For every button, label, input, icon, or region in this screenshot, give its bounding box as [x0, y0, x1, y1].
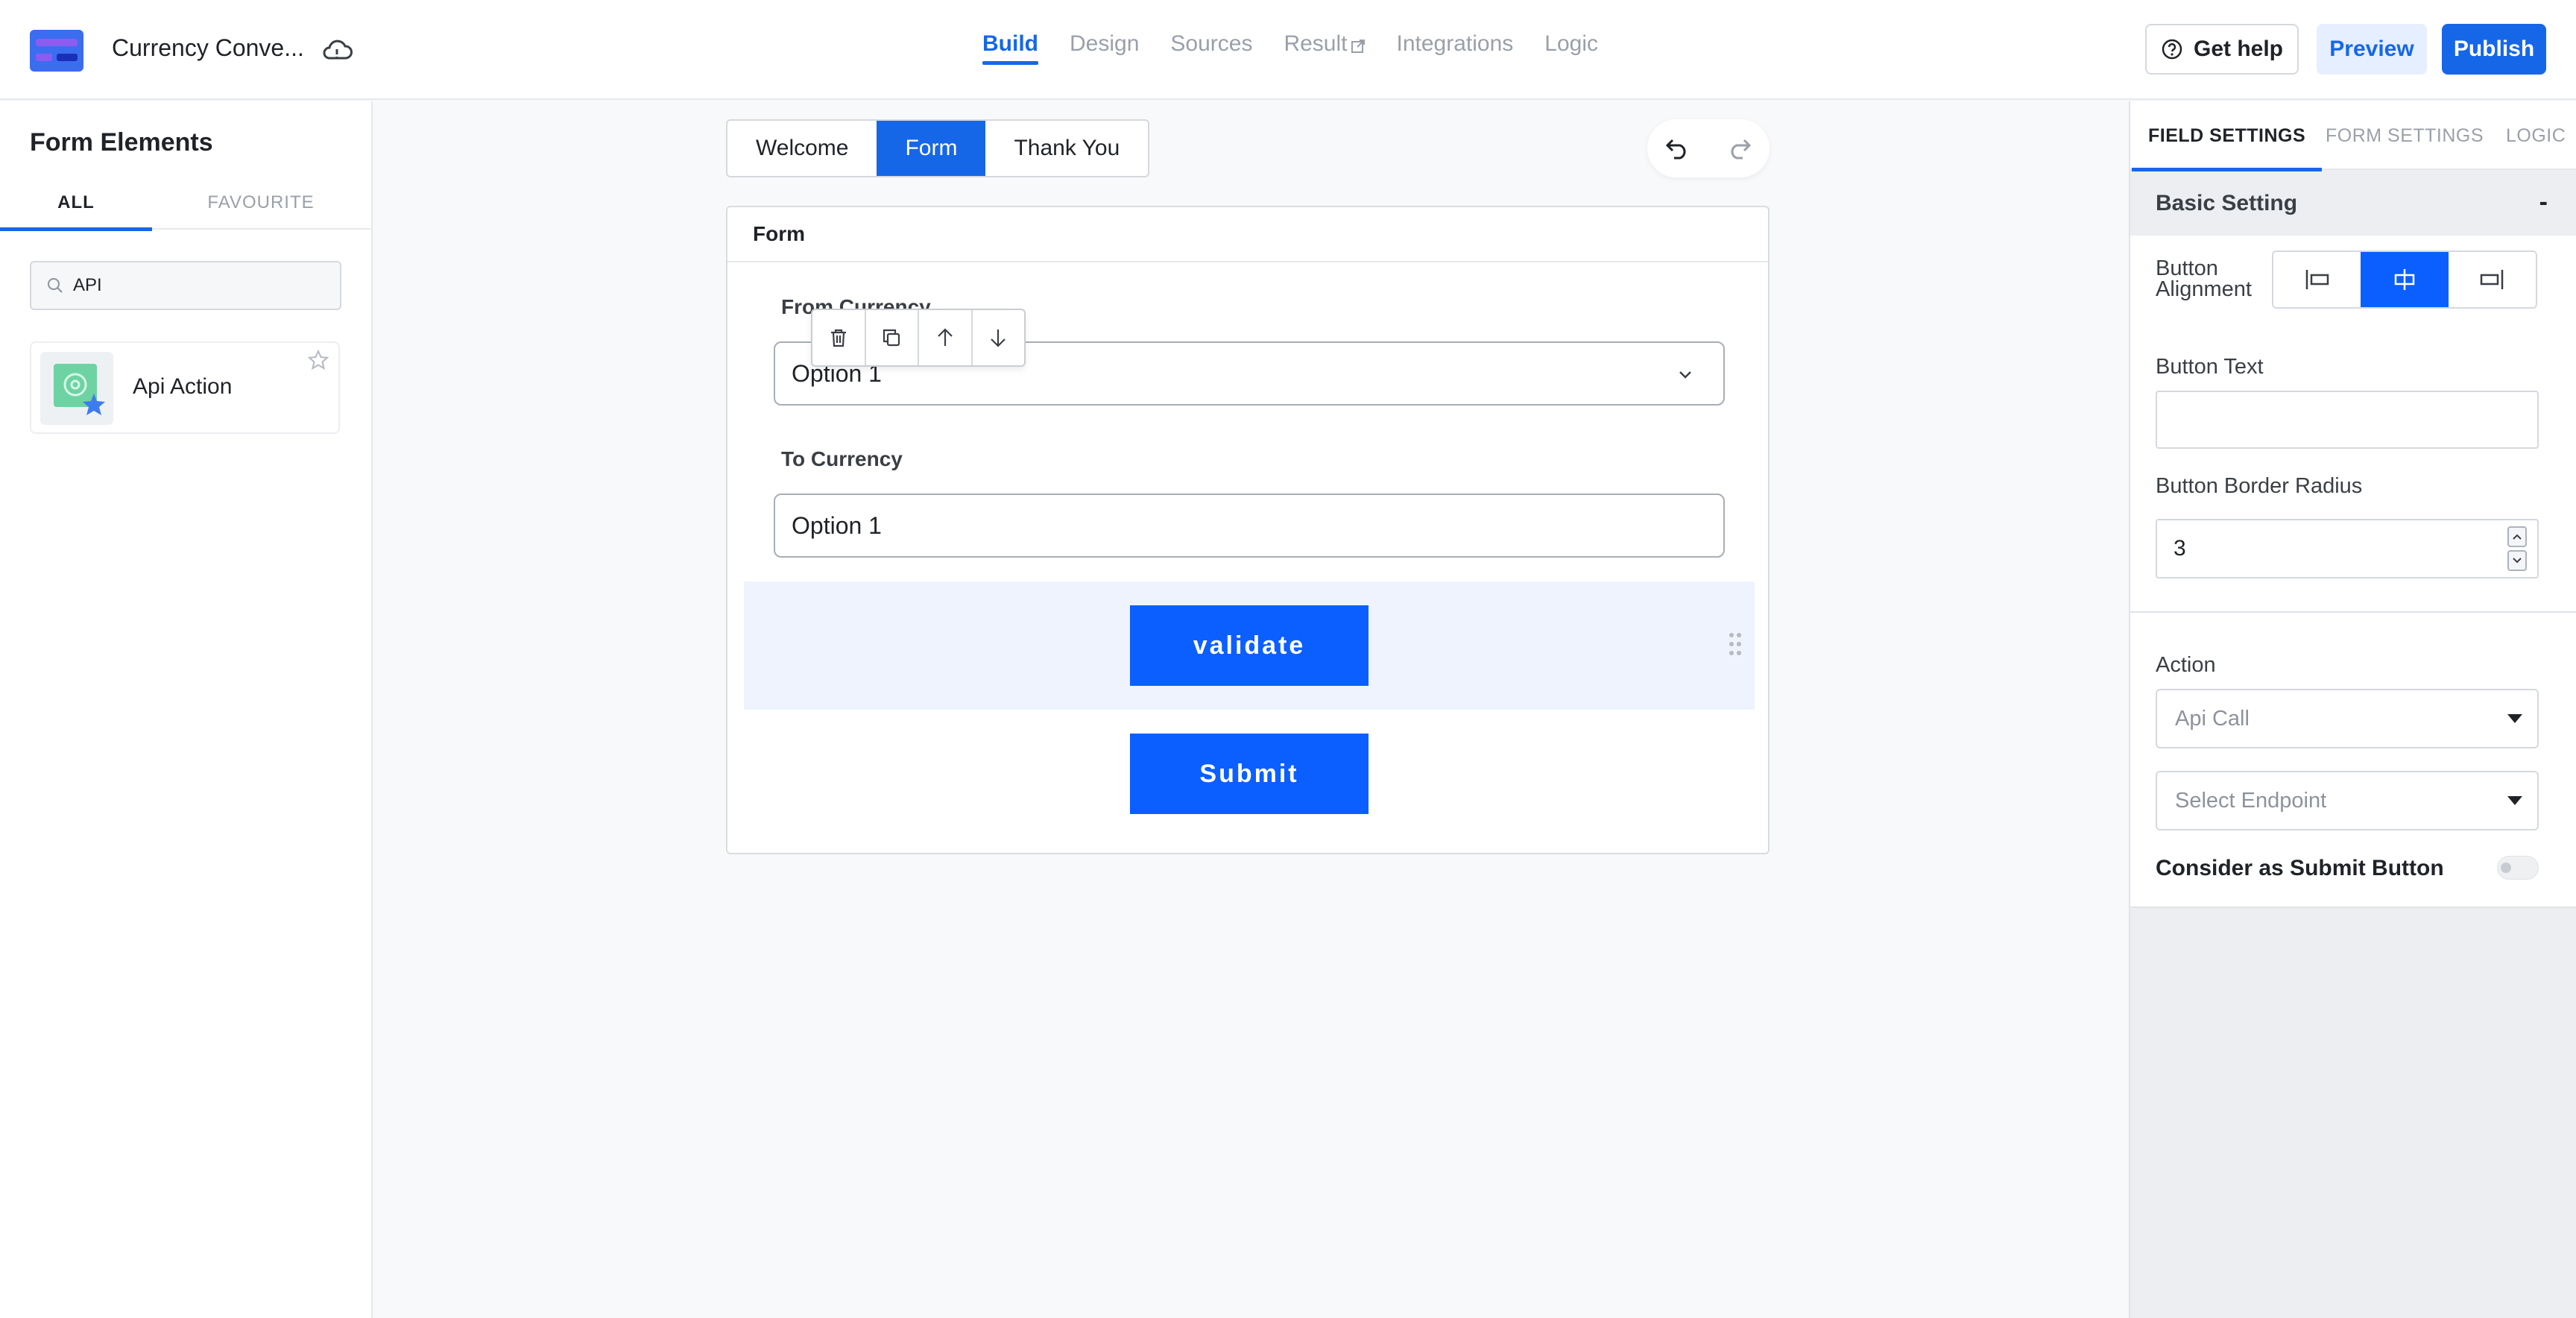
- tab-form[interactable]: Form: [877, 121, 986, 176]
- to-currency-select[interactable]: Option 1: [774, 494, 1725, 558]
- submit-button[interactable]: Submit: [1130, 734, 1368, 814]
- align-right-icon: [2481, 270, 2504, 289]
- cloud-save-icon[interactable]: [321, 36, 353, 66]
- endpoint-select[interactable]: Select Endpoint: [2156, 771, 2539, 830]
- top-bar: Currency Conve... Build Design Sources R…: [0, 0, 2576, 100]
- duplicate-field-button[interactable]: [866, 310, 919, 365]
- number-spinner: [2507, 526, 2527, 571]
- action-label: Action: [2156, 653, 2216, 677]
- button-text-input[interactable]: [2156, 391, 2539, 449]
- publish-button[interactable]: Publish: [2442, 24, 2546, 75]
- search-input[interactable]: [73, 275, 326, 296]
- tab-logic[interactable]: LOGIC: [2506, 101, 2566, 170]
- main-nav: Build Design Sources Result Integrations…: [982, 0, 1598, 100]
- button-text-label: Button Text: [2156, 355, 2264, 379]
- caret-down-icon: [2507, 796, 2522, 805]
- align-center-icon: [2394, 269, 2415, 290]
- search-icon: [48, 278, 63, 293]
- tab-favourite[interactable]: FAVOURITE: [185, 176, 337, 230]
- form-card-title: Form: [727, 207, 1768, 262]
- button-alignment-label: Button Alignment: [2156, 256, 2252, 301]
- panel-title: Form Elements: [30, 128, 213, 157]
- validate-button[interactable]: validate: [1130, 605, 1368, 686]
- element-label: Api Action: [133, 374, 233, 399]
- delete-field-button[interactable]: [812, 310, 866, 365]
- border-radius-value: 3: [2174, 536, 2186, 561]
- move-down-button[interactable]: [973, 310, 1025, 365]
- nav-design[interactable]: Design: [1070, 0, 1139, 100]
- arrow-down-icon: [991, 330, 1006, 347]
- nav-logic[interactable]: Logic: [1544, 0, 1598, 100]
- to-currency-value: Option 1: [792, 511, 882, 539]
- help-circle-icon: [2162, 39, 2182, 60]
- form-canvas: Form From Currency Option 1 To Currency …: [726, 206, 1770, 854]
- undo-icon[interactable]: [1665, 137, 1690, 160]
- border-radius-input[interactable]: 3: [2156, 519, 2539, 578]
- nav-integrations[interactable]: Integrations: [1397, 0, 1514, 100]
- section-divider: [2130, 611, 2576, 613]
- settings-panel: FIELD SETTINGS FORM SETTINGS LOGIC Basic…: [2129, 101, 2576, 1318]
- to-currency-label: To Currency: [781, 447, 903, 470]
- copy-icon: [883, 329, 900, 347]
- move-up-button[interactable]: [919, 310, 973, 365]
- favourite-star-icon[interactable]: [307, 349, 329, 371]
- external-link-icon: [1351, 40, 1365, 53]
- align-left-icon: [2305, 270, 2329, 289]
- settings-tabs: FIELD SETTINGS FORM SETTINGS LOGIC: [2130, 101, 2576, 171]
- endpoint-placeholder: Select Endpoint: [2175, 788, 2327, 813]
- field-toolbar: [811, 309, 1026, 367]
- trash-icon: [830, 329, 846, 347]
- tab-thank-you[interactable]: Thank You: [985, 121, 1148, 176]
- submit-button-toggle[interactable]: [2497, 856, 2539, 880]
- align-right-button[interactable]: [2449, 252, 2536, 307]
- element-search[interactable]: [30, 261, 341, 310]
- get-help-button[interactable]: Get help: [2145, 24, 2299, 75]
- collapse-toggle[interactable]: -: [2539, 188, 2548, 217]
- chevron-down-icon: [1679, 371, 1691, 379]
- increment-button[interactable]: [2507, 526, 2527, 547]
- decrement-button[interactable]: [2507, 550, 2527, 571]
- nav-build[interactable]: Build: [982, 0, 1038, 100]
- page-tabs: Welcome Form Thank You: [726, 119, 1150, 177]
- chevron-up-icon: [2513, 534, 2522, 540]
- action-value: Api Call: [2175, 706, 2250, 731]
- nav-sources[interactable]: Sources: [1170, 0, 1252, 100]
- element-api-action[interactable]: Api Action: [30, 341, 340, 434]
- element-tabs: ALL FAVOURITE: [0, 176, 373, 231]
- form-elements-panel: Form Elements ALL FAVOURITE Api Action: [0, 101, 373, 1318]
- tab-all[interactable]: ALL: [0, 176, 152, 231]
- preview-button[interactable]: Preview: [2317, 24, 2427, 75]
- button-alignment-group: [2272, 250, 2537, 309]
- tab-field-settings[interactable]: FIELD SETTINGS: [2131, 101, 2323, 171]
- basic-setting-header[interactable]: Basic Setting -: [2130, 171, 2576, 236]
- get-help-label: Get help: [2193, 37, 2283, 61]
- border-radius-label: Button Border Radius: [2156, 474, 2363, 498]
- arrow-up-icon: [937, 328, 953, 346]
- basic-setting-section: Basic Setting - Button Alignment Button …: [2130, 171, 2576, 908]
- submit-toggle-label: Consider as Submit Button: [2156, 856, 2444, 880]
- nav-result[interactable]: Result: [1284, 0, 1365, 100]
- redo-icon[interactable]: [1726, 137, 1752, 160]
- action-select[interactable]: Api Call: [2156, 689, 2539, 748]
- api-action-thumbnail: [40, 352, 113, 425]
- chevron-down-icon: [2513, 558, 2522, 564]
- app-logo-icon[interactable]: [30, 30, 83, 72]
- caret-down-icon: [2507, 714, 2522, 723]
- tab-form-settings[interactable]: FORM SETTINGS: [2326, 101, 2484, 170]
- tab-welcome[interactable]: Welcome: [727, 121, 877, 176]
- section-title: Basic Setting: [2156, 191, 2298, 215]
- toggle-knob: [2501, 863, 2511, 873]
- undo-redo-group: [1647, 119, 1770, 177]
- align-center-button[interactable]: [2361, 252, 2449, 307]
- form-title[interactable]: Currency Conve...: [112, 34, 304, 62]
- drag-handle-icon[interactable]: [1726, 631, 1744, 658]
- api-action-icon: [54, 364, 105, 415]
- align-left-button[interactable]: [2273, 252, 2361, 307]
